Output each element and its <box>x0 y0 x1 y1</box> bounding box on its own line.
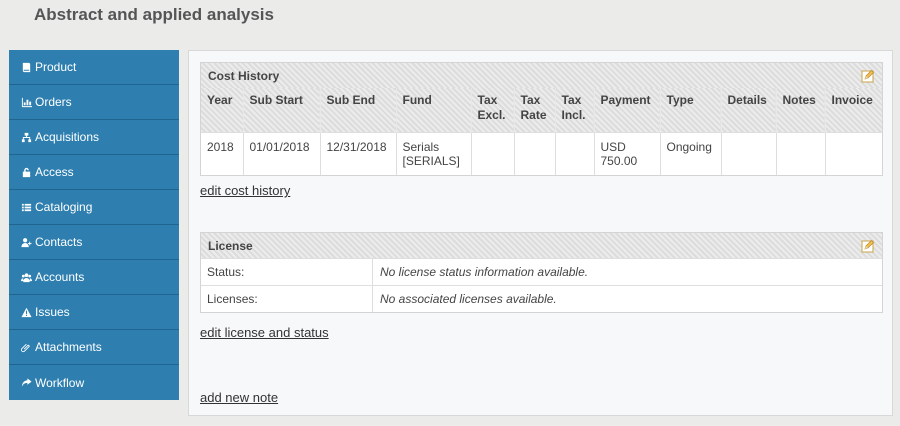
column-header: Type <box>660 88 722 132</box>
column-header: Payment <box>594 88 661 132</box>
edit-pencil-icon[interactable] <box>861 69 875 83</box>
main-content: Cost History Year Sub Start Sub End Fund… <box>188 50 893 416</box>
list-icon <box>20 201 32 213</box>
sidebar-item-label: Attachments <box>35 340 102 354</box>
table-cell <box>514 131 556 175</box>
column-header: Sub End <box>320 88 397 132</box>
bar-chart-icon <box>20 96 32 108</box>
sidebar-item-label: Product <box>35 60 77 74</box>
edit-pencil-icon[interactable] <box>861 239 875 253</box>
share-arrow-icon <box>20 377 32 389</box>
user-plus-icon <box>20 236 32 248</box>
sidebar-item-label: Acquisitions <box>35 130 100 144</box>
sidebar-item-accounts[interactable]: Accounts <box>9 260 179 295</box>
table-cell: 2018 <box>201 131 244 175</box>
sidebar-item-workflow[interactable]: Workflow <box>9 365 179 400</box>
column-header: Year <box>201 88 244 132</box>
sidebar-item-label: Contacts <box>35 235 83 249</box>
table-cell <box>471 131 515 175</box>
table-cell <box>825 131 882 175</box>
column-header: Tax Excl. <box>471 88 515 132</box>
license-panel: License Status: No license status inform… <box>200 232 883 313</box>
column-header: Fund <box>396 88 472 132</box>
paperclip-icon <box>20 341 32 353</box>
licenses-row: Licenses: No associated licenses availab… <box>201 285 882 312</box>
license-status-value: No license status information available. <box>380 265 589 279</box>
cost-history-header: Cost History <box>201 63 882 88</box>
sidebar-item-cataloging[interactable]: Cataloging <box>9 190 179 225</box>
sidebar-item-label: Access <box>35 165 74 179</box>
license-header: License <box>201 233 882 258</box>
table-cell <box>555 131 595 175</box>
add-new-note-link[interactable]: add new note <box>200 390 278 405</box>
table-cell <box>776 131 826 175</box>
sidebar-item-orders[interactable]: Orders <box>9 85 179 120</box>
column-header: Tax Rate <box>514 88 556 132</box>
sidebar-item-label: Workflow <box>35 375 85 390</box>
lock-icon <box>20 166 32 178</box>
licenses-label: Licenses: <box>201 286 373 312</box>
column-header: Tax Incl. <box>555 88 595 132</box>
license-status-label: Status: <box>201 259 373 285</box>
users-icon <box>20 271 32 283</box>
sidebar-item-label: Orders <box>35 95 72 109</box>
sidebar-item-access[interactable]: Access <box>9 155 179 190</box>
license-title: License <box>208 238 253 253</box>
table-cell: 01/01/2018 <box>243 131 321 175</box>
edit-cost-history-link[interactable]: edit cost history <box>200 183 290 198</box>
book-icon <box>20 61 32 73</box>
sidebar-item-contacts[interactable]: Contacts <box>9 225 179 260</box>
sidebar-item-acquisitions[interactable]: Acquisitions <box>9 120 179 155</box>
license-status-row: Status: No license status information av… <box>201 258 882 285</box>
column-header: Invoice <box>825 88 882 132</box>
column-header: Details <box>721 88 777 132</box>
sidebar-item-attachments[interactable]: Attachments <box>9 330 179 365</box>
table-cell: Serials [SERIALS] <box>396 131 472 175</box>
cost-history-panel: Cost History Year Sub Start Sub End Fund… <box>200 62 883 176</box>
table-cell: USD 750.00 <box>594 131 661 175</box>
table-cell: Ongoing <box>660 131 722 175</box>
warning-icon <box>20 306 32 318</box>
sidebar-item-label: Cataloging <box>35 200 93 214</box>
table-cell <box>721 131 777 175</box>
sitemap-icon <box>20 131 32 143</box>
licenses-value: No associated licenses available. <box>380 292 557 306</box>
cost-history-title: Cost History <box>208 68 280 83</box>
sidebar-item-label: Issues <box>35 305 70 319</box>
table-cell: 12/31/2018 <box>320 131 397 175</box>
column-header: Sub Start <box>243 88 321 132</box>
page-title: Abstract and applied analysis <box>34 5 274 24</box>
edit-license-link[interactable]: edit license and status <box>200 325 329 340</box>
table-header-row: Year Sub Start Sub End Fund Tax Excl. Ta… <box>201 88 882 132</box>
sidebar-item-product[interactable]: Product <box>9 50 179 85</box>
table-row: 2018 01/01/2018 12/31/2018 Serials [SERI… <box>201 131 882 175</box>
sidebar-nav: Product Orders Acquisitions Access Catal… <box>9 50 179 400</box>
sidebar-item-label: Accounts <box>35 270 85 284</box>
cost-history-table: Year Sub Start Sub End Fund Tax Excl. Ta… <box>201 88 882 175</box>
sidebar-item-issues[interactable]: Issues <box>9 295 179 330</box>
column-header: Notes <box>776 88 826 132</box>
